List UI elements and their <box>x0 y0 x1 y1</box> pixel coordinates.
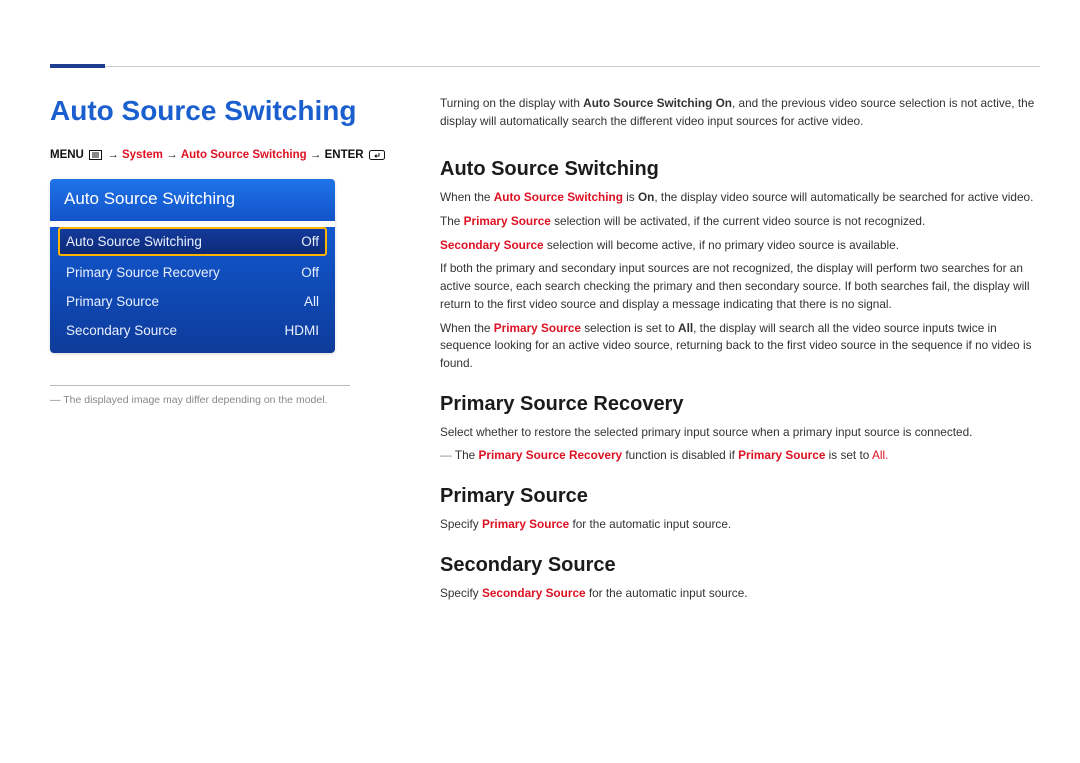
text-red: Primary Source Recovery <box>478 448 622 462</box>
text: is set to <box>825 448 872 462</box>
disclaimer-text: The displayed image may differ depending… <box>50 394 390 406</box>
osd-row-primary-source[interactable]: Primary Source All <box>58 287 327 316</box>
text: for the automatic input source. <box>569 517 731 531</box>
text-red: Secondary Source <box>482 586 586 600</box>
breadcrumb: MENU → System → Auto Source Switching → … <box>50 149 390 163</box>
breadcrumb-menu: MENU <box>50 149 84 161</box>
paragraph: Select whether to restore the selected p… <box>440 424 1040 442</box>
breadcrumb-arrow: → <box>166 149 178 161</box>
text-red: Primary Source <box>464 214 551 228</box>
enter-icon <box>369 150 385 163</box>
header-accent <box>50 64 105 68</box>
text: Turning on the display with <box>440 96 583 110</box>
osd-row-value: Off <box>301 265 319 280</box>
osd-row-primary-source-recovery[interactable]: Primary Source Recovery Off <box>58 258 327 287</box>
paragraph: Specify Primary Source for the automatic… <box>440 516 1040 534</box>
right-column: Turning on the display with Auto Source … <box>440 95 1040 608</box>
text-bold: All <box>678 321 693 335</box>
osd-body: Auto Source Switching Off Primary Source… <box>50 227 335 353</box>
text-red: Auto Source Switching <box>494 190 623 204</box>
paragraph: Secondary Source selection will become a… <box>440 237 1040 255</box>
intro-paragraph: Turning on the display with Auto Source … <box>440 95 1040 130</box>
text-red: Primary Source <box>482 517 569 531</box>
text: selection is set to <box>581 321 678 335</box>
text: for the automatic input source. <box>586 586 748 600</box>
left-divider <box>50 385 350 386</box>
page-title: Auto Source Switching <box>50 95 390 127</box>
left-column: Auto Source Switching MENU → System → Au… <box>50 95 390 608</box>
text: , the display video source will automati… <box>654 190 1033 204</box>
page-content: Auto Source Switching MENU → System → Au… <box>50 95 1040 608</box>
osd-row-value: All <box>304 294 319 309</box>
breadcrumb-system: System <box>122 149 163 161</box>
osd-row-label: Auto Source Switching <box>66 234 202 249</box>
paragraph: Specify Secondary Source for the automat… <box>440 585 1040 603</box>
osd-panel: Auto Source Switching Auto Source Switch… <box>50 179 335 353</box>
text-red: Secondary Source <box>440 238 544 252</box>
osd-row-auto-source-switching[interactable]: Auto Source Switching Off <box>58 227 327 256</box>
heading-auto-source-switching: Auto Source Switching <box>440 158 1040 181</box>
text-bold: On <box>638 190 654 204</box>
breadcrumb-arrow: → <box>107 149 119 161</box>
text-red: Primary Source <box>738 448 825 462</box>
menu-icon <box>89 150 102 163</box>
paragraph: If both the primary and secondary input … <box>440 260 1040 313</box>
text: When the <box>440 321 494 335</box>
text: function is disabled if <box>622 448 738 462</box>
text-red: Primary Source <box>494 321 581 335</box>
text: The <box>455 448 479 462</box>
heading-primary-source-recovery: Primary Source Recovery <box>440 393 1040 416</box>
text: is <box>623 190 638 204</box>
heading-primary-source: Primary Source <box>440 485 1040 508</box>
text: When the <box>440 190 494 204</box>
osd-row-label: Secondary Source <box>66 323 177 338</box>
heading-secondary-source: Secondary Source <box>440 554 1040 577</box>
text: . <box>885 448 888 462</box>
paragraph: The Primary Source selection will be act… <box>440 213 1040 231</box>
breadcrumb-item: Auto Source Switching <box>181 149 307 161</box>
breadcrumb-arrow: → <box>310 149 322 161</box>
paragraph: When the Auto Source Switching is On, th… <box>440 189 1040 207</box>
osd-row-value: HDMI <box>285 323 320 338</box>
osd-row-secondary-source[interactable]: Secondary Source HDMI <box>58 316 327 345</box>
osd-row-label: Primary Source <box>66 294 159 309</box>
note: The Primary Source Recovery function is … <box>440 447 1040 465</box>
text-bold: Auto Source Switching On <box>583 96 732 110</box>
osd-title: Auto Source Switching <box>50 179 335 221</box>
breadcrumb-enter: ENTER <box>325 149 364 161</box>
osd-row-value: Off <box>301 234 319 249</box>
osd-row-label: Primary Source Recovery <box>66 265 220 280</box>
text-red: All <box>872 448 885 462</box>
paragraph: When the Primary Source selection is set… <box>440 320 1040 373</box>
text: The <box>440 214 464 228</box>
text: selection will become active, if no prim… <box>544 238 899 252</box>
text: selection will be activated, if the curr… <box>551 214 925 228</box>
text: Specify <box>440 517 482 531</box>
text: Specify <box>440 586 482 600</box>
header-divider <box>50 66 1040 67</box>
